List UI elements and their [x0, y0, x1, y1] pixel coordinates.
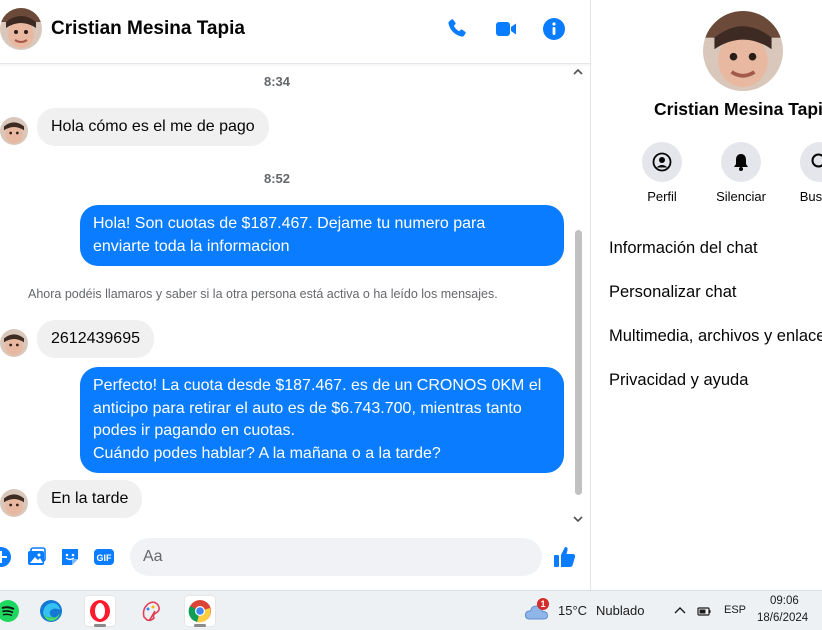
incoming-message[interactable]: Hola cómo es el me de pago [37, 108, 269, 146]
profile-button[interactable]: Perfil [627, 142, 697, 204]
incoming-message[interactable]: En la tarde [37, 480, 143, 518]
phone-icon[interactable] [445, 17, 469, 41]
clock-time[interactable]: 09:06 [770, 595, 799, 607]
message-line: Perfecto! La cuota desde $187.467. es de… [93, 377, 542, 394]
info-icon[interactable] [542, 17, 566, 41]
scrollbar-thumb[interactable] [575, 230, 582, 495]
app-window: Cristian Mesina Tapia 8:34 Hola cómo es … [0, 0, 822, 630]
message-composer: GIF [0, 536, 659, 580]
action-label: Silenciar [716, 189, 766, 204]
gif-icon[interactable]: GIF [93, 546, 115, 568]
message-list: 8:34 Hola cómo es el me de pago 8:52 Hol… [0, 65, 590, 525]
message-avatar [0, 329, 28, 357]
chat-panel: Cristian Mesina Tapia 8:34 Hola cómo es … [0, 0, 659, 590]
taskbar: 1 15°C Nublado ESP 09:06 18/6/2024 [0, 590, 822, 630]
action-label: Perfil [647, 189, 677, 204]
chat-notice: Ahora podéis llamaros y saber si la otra… [28, 287, 498, 301]
message-line: enviarte toda la informacion [93, 237, 290, 255]
message-line: Cuándo podes hablar? A la mañana o a la … [93, 444, 441, 462]
spotify-icon[interactable] [0, 595, 24, 627]
message-input[interactable] [143, 538, 503, 576]
scroll-down-icon[interactable] [572, 511, 584, 523]
bell-icon [721, 142, 761, 182]
clock-date[interactable]: 18/6/2024 [757, 612, 808, 624]
chrome-icon[interactable] [184, 595, 216, 627]
language-indicator[interactable]: ESP [724, 604, 746, 616]
message-line: anticipo para retirar el auto es de $6.7… [93, 399, 522, 417]
menu-media-files-links[interactable]: Multimedia, archivos y enlaces [609, 327, 822, 346]
menu-chat-info[interactable]: Información del chat [609, 239, 758, 258]
profile-avatar[interactable] [703, 11, 783, 91]
incoming-message[interactable]: 2612439695 [37, 320, 154, 358]
active-indicator [194, 624, 206, 627]
message-line: Hola! Son cuotas de $187.467. Dejame tu … [93, 215, 486, 232]
thumbs-up-icon[interactable] [552, 544, 578, 570]
chat-info-panel: Cristian Mesina Tapia Perfil Silenciar B… [590, 0, 822, 590]
sticker-icon[interactable] [59, 546, 81, 568]
message-line: podes ir pagando en cuotas. [93, 422, 295, 439]
opera-icon[interactable] [84, 595, 116, 627]
contact-name[interactable]: Cristian Mesina Tapia [51, 18, 245, 40]
weather-temperature[interactable]: 15°C [558, 603, 587, 618]
search-icon [800, 142, 822, 182]
menu-customize-chat[interactable]: Personalizar chat [609, 283, 736, 302]
timestamp: 8:52 [263, 171, 291, 186]
outgoing-message[interactable]: Perfecto! La cuota desde $187.467. es de… [80, 367, 564, 473]
scroll-up-icon[interactable] [572, 64, 584, 75]
battery-icon[interactable] [696, 603, 712, 619]
profile-name: Cristian Mesina Tapia [654, 99, 822, 119]
message-input-box[interactable] [130, 538, 659, 576]
mute-button[interactable]: Silenciar [706, 142, 776, 204]
plus-circle-icon[interactable] [0, 546, 12, 568]
outgoing-message[interactable]: Hola! Son cuotas de $187.467. Dejame tu … [80, 205, 564, 266]
video-camera-icon[interactable] [494, 17, 518, 41]
timestamp: 8:34 [263, 74, 291, 89]
paint-icon[interactable] [135, 595, 167, 627]
action-label: Buscar [799, 189, 822, 204]
weather-description[interactable]: Nublado [596, 603, 644, 618]
search-button[interactable]: Buscar [785, 142, 822, 204]
gif-label: GIF [97, 553, 113, 563]
message-avatar [0, 489, 28, 517]
edge-icon[interactable] [35, 595, 67, 627]
active-indicator [94, 624, 106, 627]
weather-badge: 1 [537, 598, 549, 610]
profile-icon [642, 142, 682, 182]
menu-privacy-help[interactable]: Privacidad y ayuda [609, 371, 748, 390]
chevron-up-icon[interactable] [672, 603, 688, 619]
image-icon[interactable] [25, 546, 47, 568]
chat-header: Cristian Mesina Tapia [0, 0, 590, 64]
contact-avatar[interactable] [0, 8, 42, 50]
message-avatar [0, 117, 28, 145]
